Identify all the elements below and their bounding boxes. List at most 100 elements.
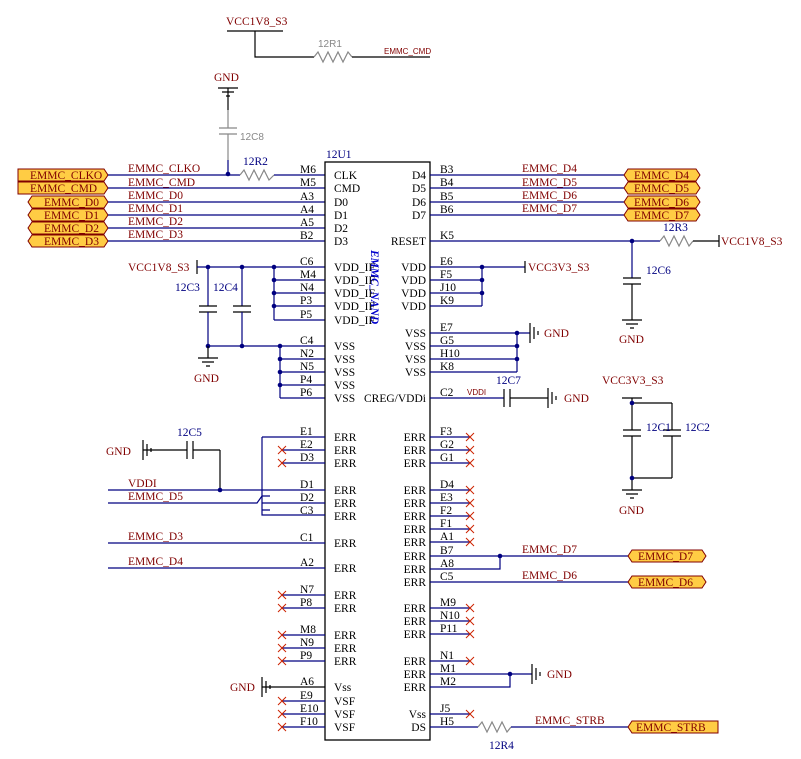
pin-name: VSS: [334, 393, 355, 405]
pin-name: VDD_IF: [334, 288, 375, 300]
pin-name: CREG/VDDi: [364, 393, 426, 405]
svg-text:EMMC_D4: EMMC_D4: [634, 170, 689, 182]
gnd-c5-label: GND: [106, 446, 131, 458]
pin-number: C2: [440, 387, 454, 399]
pin-number: P6: [300, 387, 312, 399]
pin-name: ERR: [334, 630, 357, 642]
pin-number: J5: [440, 703, 450, 715]
pin-number: H5: [440, 716, 454, 728]
pin-number: K5: [440, 230, 454, 242]
pin-name: ERR: [404, 603, 427, 615]
port-emmc-strb[interactable]: EMMC_STRB: [627, 720, 719, 734]
svg-text:EMMC_CMD: EMMC_CMD: [30, 183, 97, 195]
pin-number: B7: [440, 545, 454, 557]
port-emmc-d2[interactable]: EMMC_D2: [27, 221, 109, 235]
port-emmc-d0[interactable]: EMMC_D0: [27, 195, 109, 209]
left-ports: EMMC_CLKO EMMC_CMD EMMC_D0 EMMC_D1 EMMC_…: [17, 168, 109, 248]
pin-number: E1: [300, 426, 313, 438]
pin-name: D6: [412, 197, 426, 209]
port-emmc-d5-right[interactable]: EMMC_D5: [623, 181, 701, 195]
port-emmc-cmd[interactable]: EMMC_CMD: [17, 181, 109, 195]
net-d3: EMMC_D3: [128, 229, 183, 241]
chip-designator: 12U1: [326, 149, 352, 161]
c1-designator: 12C1: [646, 422, 671, 434]
pin-name: VDD: [401, 275, 426, 287]
pin-number: P5: [300, 309, 312, 321]
pin-name: VDD: [401, 288, 426, 300]
pin-number: A2: [300, 557, 314, 569]
port-emmc-d1[interactable]: EMMC_D1: [27, 208, 109, 222]
pin-name: ERR: [404, 498, 427, 510]
pin-name: CMD: [334, 183, 360, 195]
pin-number: C5: [440, 571, 454, 583]
pin-name: ERR: [334, 498, 357, 510]
pin-number: D4: [440, 479, 454, 491]
pin-name: VSF: [334, 709, 355, 721]
pin-number: F1: [440, 518, 452, 530]
port-emmc-d7-right[interactable]: EMMC_D7: [623, 208, 701, 222]
pin-number: B6: [440, 204, 454, 216]
pin-number: P9: [300, 650, 312, 662]
svg-text:EMMC_D5: EMMC_D5: [634, 183, 689, 195]
pin-number: E9: [300, 690, 313, 702]
pin-number: G5: [440, 335, 454, 347]
net-d4: EMMC_D4: [522, 163, 577, 175]
pin-name: DS: [411, 722, 426, 734]
vddif-caps: VCC1V8_S3 12C3 12C4 GND: [128, 260, 325, 399]
pin-name: ERR: [404, 511, 427, 523]
port-emmc-d6-lower[interactable]: EMMC_D6: [627, 575, 707, 589]
right-lower-signals: EMMC_D7 EMMC_D7 EMMC_D6 EMMC_D6: [430, 544, 707, 589]
pin-number: M5: [300, 177, 316, 189]
svg-text:EMMC_D3: EMMC_D3: [44, 236, 99, 248]
port-emmc-clko[interactable]: EMMC_CLKO: [17, 168, 109, 182]
c8-designator: 12C8: [240, 132, 264, 143]
c6-designator: 12C6: [646, 265, 671, 277]
pin-name: VSS: [405, 341, 426, 353]
pin-name: ERR: [404, 616, 427, 628]
pin-number: F3: [440, 426, 452, 438]
pin-number: N4: [300, 282, 314, 294]
pin-name: ERR: [404, 551, 427, 563]
net-d5-left: EMMC_D5: [128, 491, 183, 503]
r4-designator: 12R4: [489, 740, 514, 752]
pin-number: E6: [440, 256, 453, 268]
vcc3v3-label-1: VCC3V3_S3: [528, 262, 590, 274]
pin-number: N1: [440, 650, 454, 662]
pin-name: Vss: [409, 709, 427, 721]
pin-number: K9: [440, 295, 454, 307]
r2-designator: 12R2: [243, 156, 268, 168]
net-d1: EMMC_D1: [128, 203, 183, 215]
svg-text:EMMC_D1: EMMC_D1: [44, 210, 99, 222]
pin-name: VSF: [334, 696, 355, 708]
pin-number: K8: [440, 361, 454, 373]
pin-number: P11: [440, 623, 458, 635]
port-emmc-d3[interactable]: EMMC_D3: [27, 234, 109, 248]
pin-name: ERR: [334, 458, 357, 470]
port-emmc-d4-right[interactable]: EMMC_D4: [623, 168, 701, 182]
net-d4-left-err: EMMC_D4: [128, 556, 183, 568]
svg-text:EMMC_STRB: EMMC_STRB: [636, 722, 706, 734]
gnd-c6-label: GND: [619, 334, 644, 346]
vcc1v8-right-label: VCC1V8_S3: [721, 236, 783, 248]
pin-number: A4: [300, 204, 314, 216]
port-emmc-d7-lower[interactable]: EMMC_D7: [627, 549, 707, 563]
port-emmc-d6-right[interactable]: EMMC_D6: [623, 195, 701, 209]
pin-number: N10: [440, 610, 460, 622]
svg-text:EMMC_D7: EMMC_D7: [638, 551, 693, 563]
right-signal-wires: EMMC_D4 EMMC_D5 EMMC_D6 EMMC_D7 EMMC_D4 …: [430, 163, 701, 222]
pin-name: ERR: [334, 445, 357, 457]
pin-name: D7: [412, 210, 426, 222]
net-d2: EMMC_D2: [128, 216, 183, 228]
pin-number: M6: [300, 164, 316, 176]
pin-name: VSS: [334, 380, 355, 392]
pin-number: B4: [440, 177, 454, 189]
gnd-m1-label: GND: [547, 669, 572, 681]
pin-name: VDD: [401, 262, 426, 274]
pin-number: M1: [440, 663, 456, 675]
net-d6-lower: EMMC_D6: [522, 570, 577, 582]
pin-name: RESET: [391, 236, 426, 248]
gnd-a6-label: GND: [230, 682, 255, 694]
chip-pin-left-a2: A2 ERR: [300, 557, 357, 575]
pin-number: H10: [440, 348, 460, 360]
pin-name: ERR: [404, 537, 427, 549]
